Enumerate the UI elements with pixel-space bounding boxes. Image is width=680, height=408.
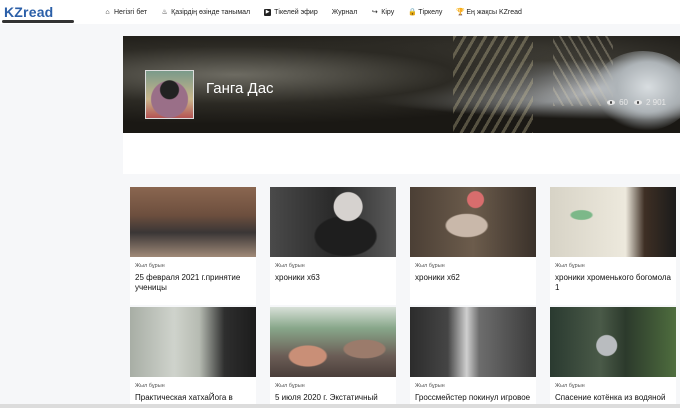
video-title[interactable]: хроники х62 bbox=[410, 269, 536, 283]
channel-stats: 60 2 901 bbox=[601, 98, 666, 107]
video-age: Жыл бұрын bbox=[275, 263, 305, 269]
eye-icon bbox=[607, 100, 616, 105]
nav-login[interactable]: ↪ Кіру bbox=[371, 9, 394, 16]
video-thumbnail[interactable] bbox=[410, 307, 536, 377]
video-thumbnail[interactable] bbox=[130, 187, 256, 257]
video-card[interactable]: Жыл бұрын Гроссмейстер покинул игровое bbox=[410, 307, 536, 404]
nav-home-label: Негізгі бет bbox=[114, 8, 148, 16]
nav-register[interactable]: 🔒 Тіркелу bbox=[408, 9, 442, 16]
video-title[interactable]: 25 февраля 2021 г.принятие ученицы bbox=[130, 269, 256, 293]
video-thumbnail[interactable] bbox=[130, 307, 256, 377]
logo-underline bbox=[2, 20, 74, 23]
kzread-logo[interactable]: KZread bbox=[2, 3, 74, 23]
banner-decoration bbox=[593, 51, 680, 131]
video-age: Жыл бұрын bbox=[555, 383, 585, 389]
video-title[interactable]: хроники хроменького богомола 1 bbox=[550, 269, 676, 293]
video-card[interactable]: Жыл бұрын Спасение котёнка из водяной bbox=[550, 307, 676, 404]
logo-text: KZread bbox=[4, 4, 54, 20]
video-title[interactable]: 5 июля 2020 г. Экстатичный bbox=[270, 389, 396, 403]
video-card[interactable]: Жыл бұрын хроники х63 bbox=[270, 187, 396, 305]
video-age: Жыл бұрын bbox=[275, 383, 305, 389]
nav-journal-label: Журнал bbox=[331, 8, 358, 16]
video-card[interactable]: Жыл бұрын 5 июля 2020 г. Экстатичный bbox=[270, 307, 396, 404]
video-thumbnail[interactable] bbox=[410, 187, 536, 257]
video-age: Жыл бұрын bbox=[555, 263, 585, 269]
video-age: Жыл бұрын bbox=[135, 263, 165, 269]
nav-trending-label: Қазірдің өзінде танымал bbox=[171, 8, 251, 16]
flame-icon: ♨ bbox=[161, 8, 168, 16]
main-nav: ⌂ Негізгі бет ♨ Қазірдің өзінде танымал … bbox=[104, 6, 536, 18]
video-age: Жыл бұрын bbox=[135, 383, 165, 389]
channel-avatar[interactable] bbox=[145, 70, 194, 119]
horizontal-scrollbar[interactable] bbox=[0, 404, 680, 408]
lock-icon: 🔒 bbox=[408, 8, 417, 16]
nav-journal[interactable]: Журнал bbox=[332, 9, 358, 16]
channel-name: Ганга Дас bbox=[206, 80, 274, 97]
trophy-icon: 🏆 bbox=[456, 8, 466, 16]
nav-best[interactable]: 🏆 Ең жақсы KZread bbox=[456, 9, 522, 16]
nav-live-label: Тікелей эфир bbox=[274, 8, 318, 16]
channel-info-strip bbox=[123, 133, 680, 174]
banner-decoration bbox=[453, 36, 533, 133]
video-age: Жыл бұрын bbox=[415, 263, 445, 269]
nav-live[interactable]: ▶ Тікелей эфир bbox=[264, 8, 318, 16]
video-card[interactable]: Жыл бұрын хроники х62 bbox=[410, 187, 536, 305]
video-thumbnail[interactable] bbox=[550, 307, 676, 377]
youtube-icon: ▶ bbox=[264, 8, 272, 16]
video-card[interactable]: Жыл бұрын Практическая хатхаЙога в bbox=[130, 307, 256, 404]
video-card[interactable]: Жыл бұрын 25 февраля 2021 г.принятие уче… bbox=[130, 187, 256, 305]
video-title[interactable]: хроники х63 bbox=[270, 269, 396, 283]
video-age: Жыл бұрын bbox=[415, 383, 445, 389]
nav-trending[interactable]: ♨ Қазірдің өзінде танымал bbox=[161, 9, 250, 16]
nav-login-label: Кіру bbox=[381, 8, 395, 16]
home-icon: ⌂ bbox=[105, 8, 110, 16]
video-card[interactable]: Жыл бұрын хроники хроменького богомола 1 bbox=[550, 187, 676, 305]
login-icon: ↪ bbox=[371, 8, 378, 16]
video-title[interactable]: Гроссмейстер покинул игровое bbox=[410, 389, 536, 403]
video-thumbnail[interactable] bbox=[270, 187, 396, 257]
video-thumbnail[interactable] bbox=[550, 187, 676, 257]
likes-count: 60 bbox=[619, 98, 628, 107]
views-count: 2 901 bbox=[645, 98, 666, 107]
video-title[interactable]: Практическая хатхаЙога в bbox=[130, 389, 256, 403]
nav-best-label: Ең жақсы KZread bbox=[466, 8, 522, 16]
nav-register-label: Тіркелу bbox=[418, 8, 443, 16]
eye-icon bbox=[633, 100, 642, 105]
nav-home[interactable]: ⌂ Негізгі бет bbox=[104, 9, 147, 16]
video-title[interactable]: Спасение котёнка из водяной bbox=[550, 389, 676, 403]
top-bar: KZread ⌂ Негізгі бет ♨ Қазірдің өзінде т… bbox=[0, 0, 680, 24]
video-thumbnail[interactable] bbox=[270, 307, 396, 377]
